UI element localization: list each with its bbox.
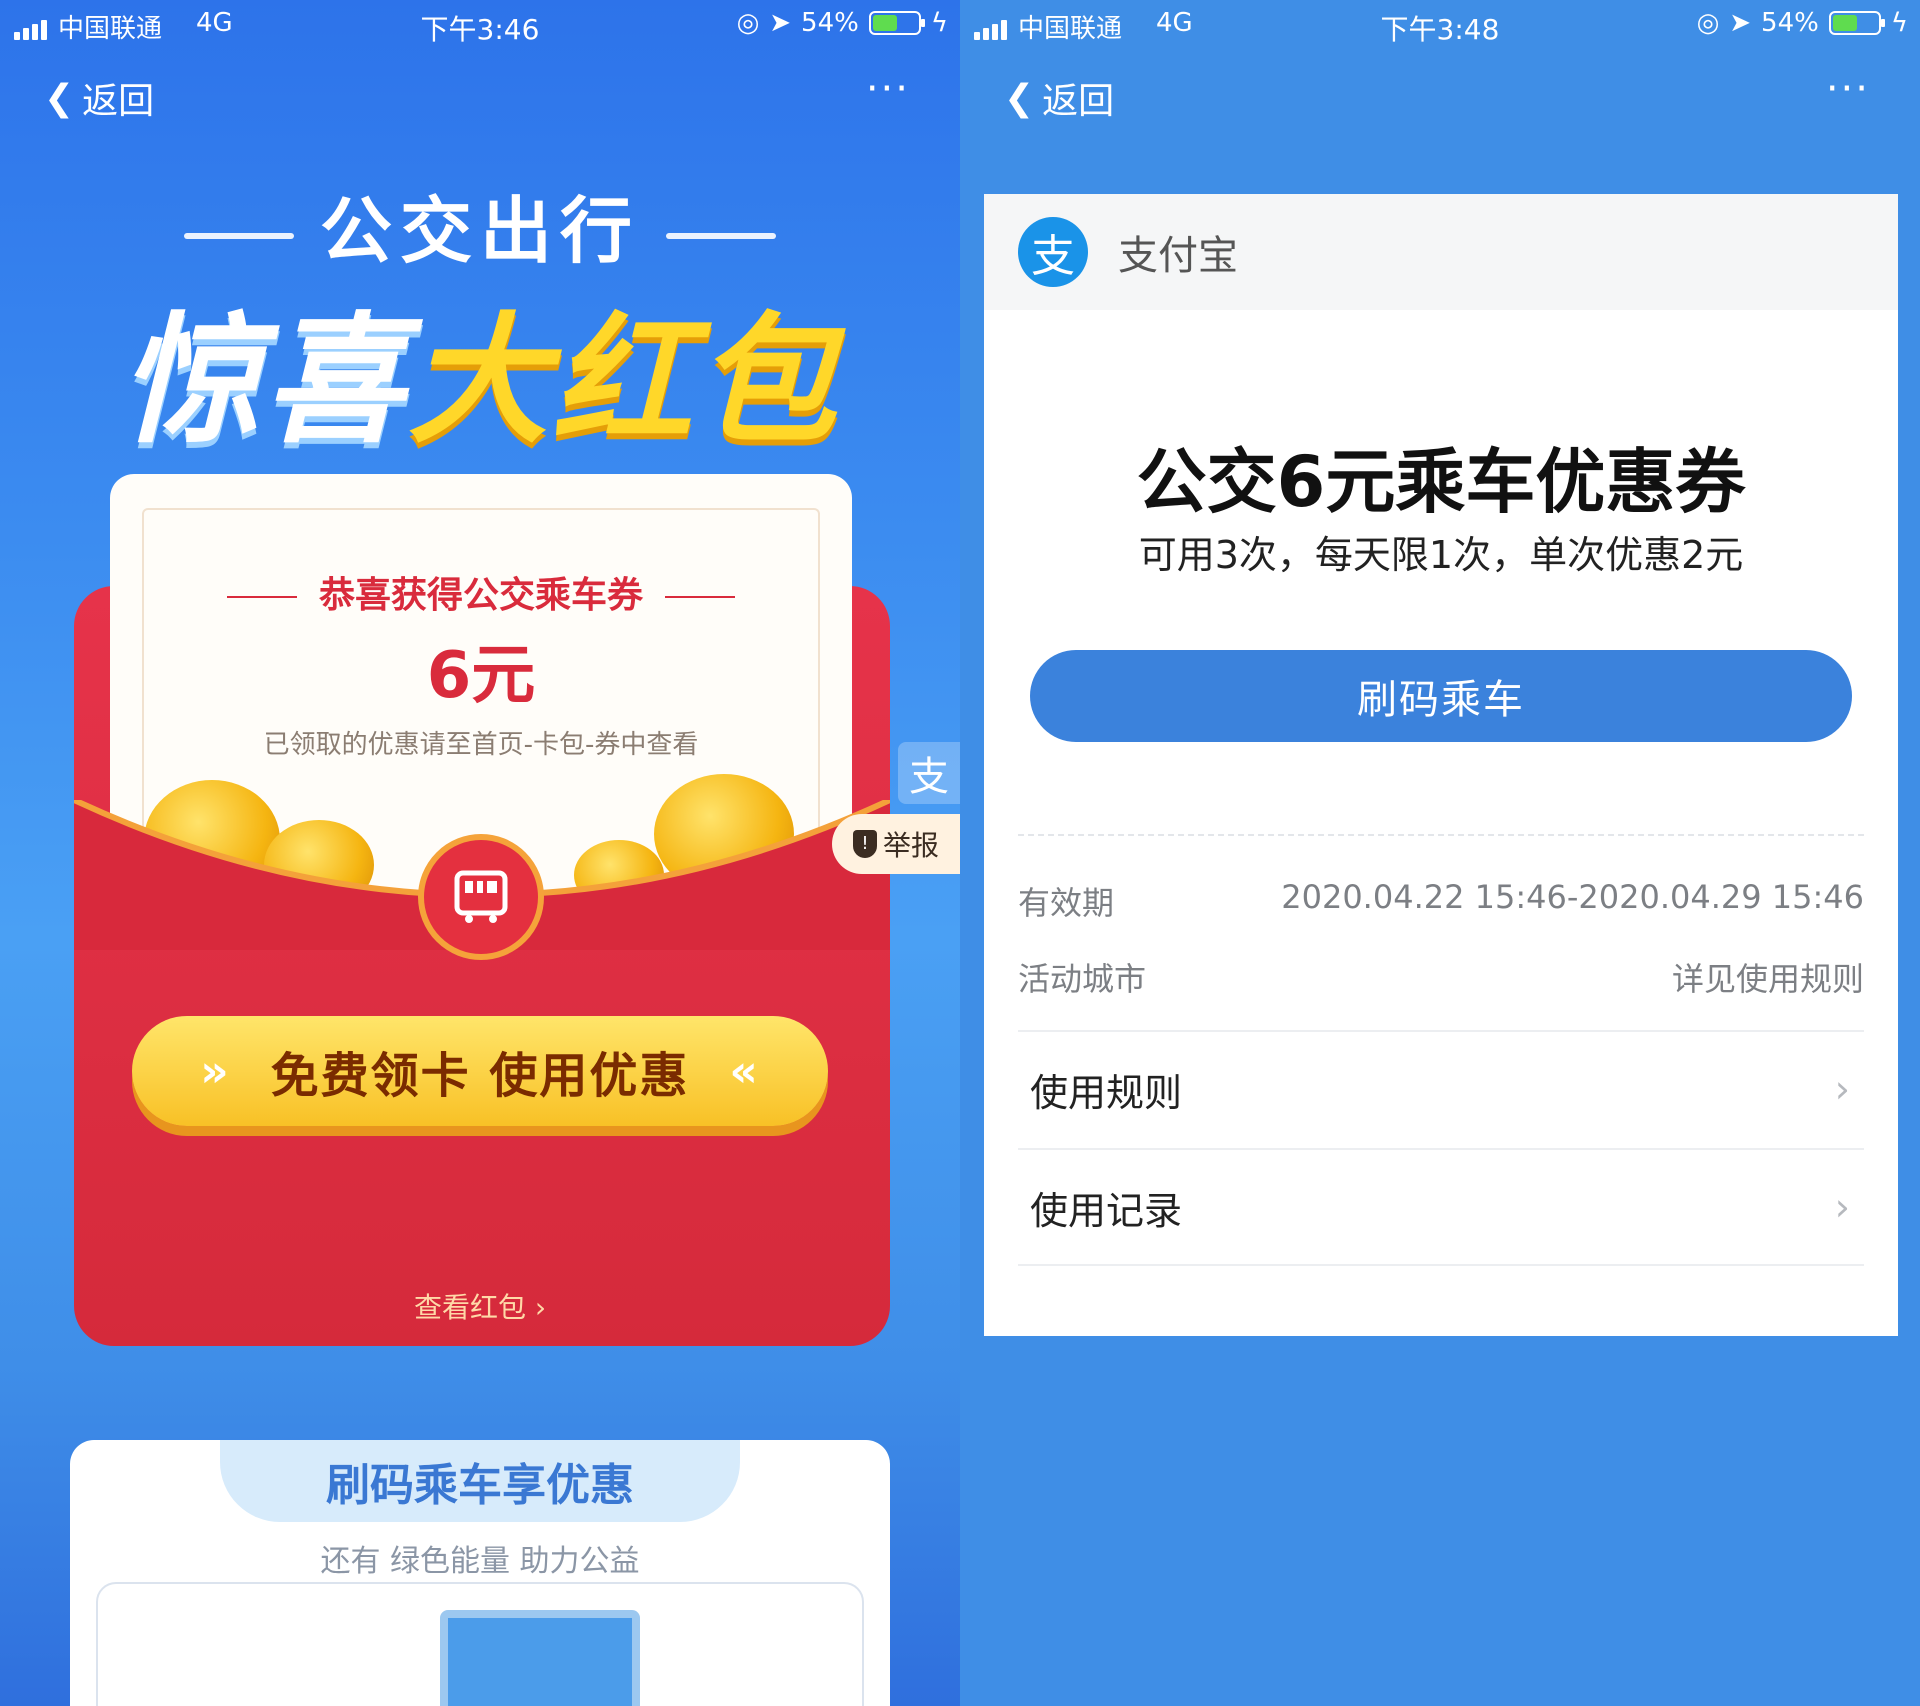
- scan-ride-button[interactable]: 刷码乘车: [1030, 650, 1852, 742]
- merchant-name: 支付宝: [1118, 233, 1238, 279]
- nav-bar: ❮ 返回 ···: [0, 62, 960, 132]
- double-chevron-right-icon: »: [200, 1045, 231, 1097]
- coupon-detail-card: 支 支付宝 公交6元乘车优惠券 可用3次，每天限1次，单次优惠2元 刷码乘车 有…: [984, 194, 1898, 1336]
- lock-rotation-icon: ◎: [1696, 8, 1720, 38]
- promo-card: 刷码乘车享优惠 还有 绿色能量 助力公益: [70, 1440, 890, 1706]
- chevron-right-icon: ›: [1834, 1067, 1850, 1111]
- menu-item-usage-records[interactable]: 使用记录 ›: [1018, 1148, 1864, 1264]
- city-value: 详见使用规则: [1671, 960, 1864, 998]
- hero-title: 惊喜大红包: [119, 300, 841, 463]
- more-button[interactable]: ···: [866, 66, 910, 112]
- battery-icon: [1828, 11, 1885, 35]
- battery-percent: 54%: [1761, 8, 1819, 38]
- status-bar: 中国联通 4G 下午3:46 ◎ ➤ 54% ϟ: [0, 0, 960, 50]
- double-chevron-left-icon: «: [729, 1045, 760, 1097]
- back-button[interactable]: ❮ 返回: [1004, 72, 1114, 124]
- location-icon: ➤: [1729, 8, 1752, 38]
- back-label: 返回: [82, 81, 155, 122]
- coupon-title: 恭喜获得公交乘车券: [110, 566, 852, 618]
- charging-icon: ϟ: [930, 8, 948, 38]
- city-label: 活动城市: [1018, 960, 1147, 998]
- menu-item-usage-rules[interactable]: 使用规则 ›: [1018, 1030, 1864, 1146]
- nav-bar: ❮ 返回 ···: [960, 62, 1920, 132]
- back-button[interactable]: ❮ 返回: [44, 72, 154, 124]
- bus-qr-icon: [454, 870, 508, 923]
- qr-bus-badge[interactable]: [418, 834, 544, 960]
- hero-subtitle: 公交出行: [0, 172, 960, 277]
- back-label: 返回: [1042, 81, 1115, 122]
- chevron-right-icon: ›: [1834, 1185, 1850, 1229]
- more-button[interactable]: ···: [1826, 66, 1870, 112]
- shield-icon: !: [852, 830, 877, 858]
- view-red-packet-link[interactable]: 查看红包 ›: [0, 1286, 960, 1326]
- promo-title: 刷码乘车享优惠: [220, 1440, 740, 1522]
- merchant-header: 支 支付宝: [984, 194, 1898, 310]
- validity-label: 有效期: [1018, 884, 1115, 922]
- status-bar: 中国联通 4G 下午3:48 ◎ ➤ 54% ϟ: [960, 0, 1920, 50]
- right-screenshot: 中国联通 4G 下午3:48 ◎ ➤ 54% ϟ ❮ 返回 ··· 支 支付宝 …: [960, 0, 1920, 1706]
- divider: [1018, 834, 1864, 836]
- report-button[interactable]: ! 举报: [832, 814, 960, 874]
- report-label: 举报: [882, 829, 939, 862]
- menu-item-label: 使用记录: [1030, 1188, 1183, 1233]
- location-icon: ➤: [769, 8, 792, 38]
- divider: [1018, 1264, 1864, 1266]
- chevron-left-icon: ❮: [44, 77, 75, 119]
- coupon-title: 公交6元乘车优惠券: [1136, 441, 1746, 523]
- chevron-left-icon: ❮: [1004, 77, 1035, 119]
- coupon-amount: 6元: [426, 639, 536, 713]
- lock-rotation-icon: ◎: [736, 8, 760, 38]
- menu-item-label: 使用规则: [1030, 1070, 1183, 1115]
- phone-illustration: [440, 1610, 640, 1706]
- alipay-logo-icon: 支: [1018, 217, 1088, 287]
- coupon-hint: 已领取的优惠请至首页-卡包-券中查看: [263, 730, 699, 760]
- cta-label: 免费领卡 使用优惠: [270, 1048, 690, 1104]
- charging-icon: ϟ: [1890, 8, 1908, 38]
- validity-value: 2020.04.22 15:46-2020.04.29 15:46: [1281, 878, 1864, 916]
- battery-icon: [868, 11, 925, 35]
- get-card-button[interactable]: » 免费领卡 使用优惠 «: [132, 1016, 828, 1126]
- battery-percent: 54%: [801, 8, 859, 38]
- alipay-side-icon[interactable]: 支: [898, 742, 960, 804]
- promo-subtitle: 还有 绿色能量 助力公益: [320, 1544, 640, 1579]
- coupon-subtitle: 可用3次，每天限1次，单次优惠2元: [1138, 533, 1744, 577]
- left-screenshot: 中国联通 4G 下午3:46 ◎ ➤ 54% ϟ ❮ 返回 ··· 公交出行 惊…: [0, 0, 960, 1706]
